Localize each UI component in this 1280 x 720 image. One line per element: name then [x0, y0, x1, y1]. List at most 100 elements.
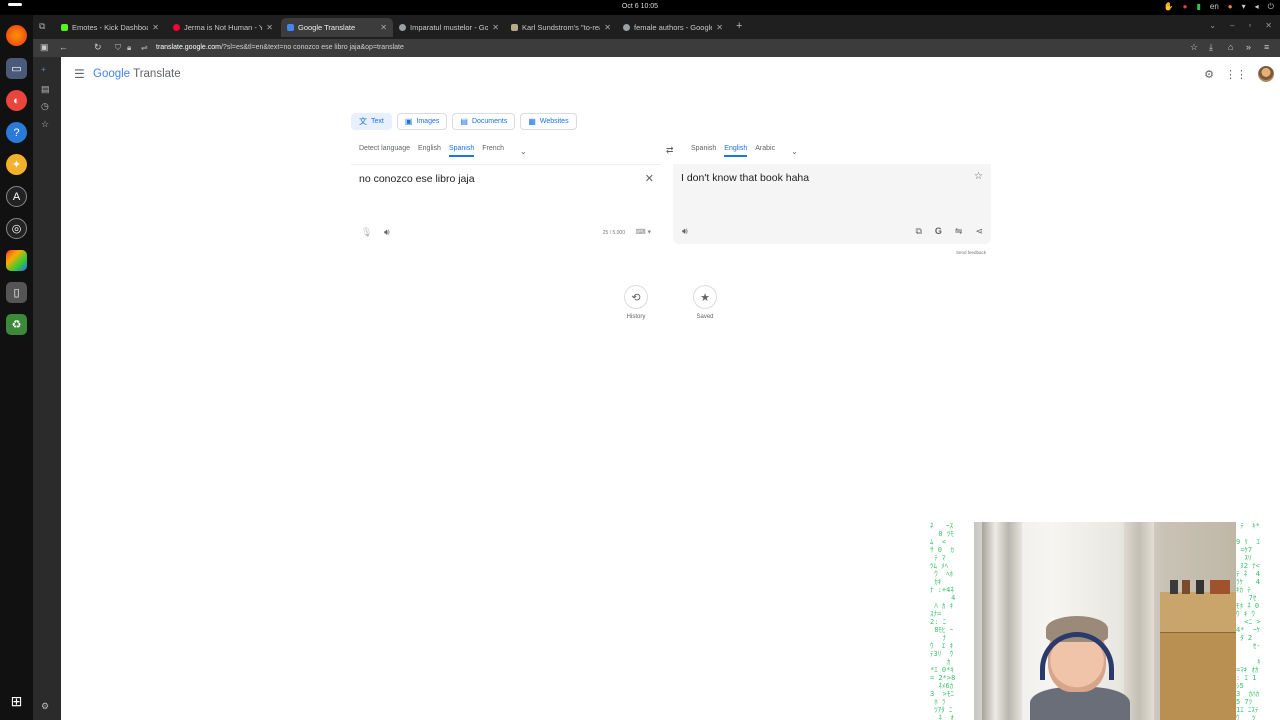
- site-settings-icon[interactable]: ⇌: [141, 41, 148, 55]
- app-store-icon[interactable]: A: [6, 186, 27, 207]
- listen-source-icon[interactable]: 🔊︎: [384, 227, 390, 238]
- target-lang-english[interactable]: English: [724, 145, 748, 157]
- downloads-icon[interactable]: ⤓: [1209, 42, 1213, 53]
- app-logo[interactable]: Google Translate: [93, 68, 181, 80]
- saved-link[interactable]: ★ Saved: [693, 285, 717, 320]
- clear-source-icon[interactable]: ✕: [645, 172, 654, 185]
- tab-strip: ⧉ Emotes - Kick Dashboard ✕ Jerma is Not…: [33, 15, 1280, 39]
- app-indicator-icon[interactable]: ●: [1183, 2, 1188, 12]
- sidebar-tabs-icon[interactable]: ▤: [41, 84, 50, 95]
- share-icon[interactable]: ⋖: [975, 226, 983, 237]
- save-translation-icon[interactable]: ☆: [974, 171, 983, 182]
- tab-0[interactable]: Emotes - Kick Dashboard ✕: [55, 18, 165, 37]
- main-menu-icon[interactable]: ☰: [74, 67, 85, 81]
- maximize-icon[interactable]: ▫: [1248, 21, 1251, 30]
- url-path: /?sl=es&tl=en&text=no conozco ese libro …: [220, 44, 404, 51]
- clock[interactable]: Oct 6 10:05: [0, 3, 1280, 10]
- files-icon[interactable]: ▭: [6, 58, 27, 79]
- lock-icon[interactable]: 🔒︎: [127, 41, 131, 55]
- tab-title: Google Translate: [298, 23, 356, 32]
- microphone-icon[interactable]: ●: [1228, 2, 1233, 12]
- translated-text: I don't know that book haha: [681, 172, 810, 184]
- network-icon[interactable]: ▾: [1242, 2, 1246, 12]
- sidebar-settings-icon[interactable]: ⚙: [41, 701, 49, 712]
- settings-icon[interactable]: ⚙: [1204, 68, 1214, 81]
- language-indicator[interactable]: en: [1210, 2, 1219, 12]
- website-icon: ▦: [528, 117, 536, 126]
- rate-translation-icon[interactable]: ⇋: [955, 226, 963, 237]
- screen: Oct 6 10:05 ✋ ● ▮ en ● ▾ ◂ ⏻ ▭ ◐ ? ✦ A ◎…: [0, 0, 1280, 720]
- source-language-bar: Detect language English Spanish French ⌄: [359, 145, 527, 157]
- tab-2[interactable]: Google Translate ✕: [281, 18, 393, 37]
- bookmark-star-icon[interactable]: ☆: [1190, 42, 1198, 53]
- history-icon: ⟲: [624, 285, 648, 309]
- tab-text[interactable]: 文 Text: [351, 113, 392, 130]
- target-lang-arabic[interactable]: Arabic: [755, 145, 775, 157]
- tab-list-icon[interactable]: ⧉: [39, 21, 45, 32]
- menu-icon[interactable]: ≡: [1264, 42, 1269, 52]
- power-icon[interactable]: ⏻: [1268, 2, 1274, 12]
- help-icon[interactable]: ?: [6, 122, 27, 143]
- battery-indicator-icon[interactable]: ▮: [1196, 2, 1200, 12]
- close-tab-icon[interactable]: ✕: [716, 23, 723, 32]
- trash-icon[interactable]: ♻: [6, 314, 27, 335]
- detect-language-tab[interactable]: Detect language: [359, 145, 410, 157]
- tab-images[interactable]: ▣ Images: [396, 113, 448, 130]
- target-language-dropdown-icon[interactable]: ⌄: [791, 147, 798, 156]
- apps-grid-icon[interactable]: ⋮⋮: [1225, 68, 1247, 81]
- image-app-icon[interactable]: [6, 250, 27, 271]
- sidebar-add-icon[interactable]: +: [41, 65, 46, 74]
- tab-3[interactable]: Imparatul mustelor - Goo ✕: [393, 18, 505, 37]
- address-bar[interactable]: ⛉ 🔒︎ ⇌ translate.google.com/?sl=es&tl=en…: [113, 41, 1173, 55]
- close-tab-icon[interactable]: ✕: [492, 23, 499, 32]
- source-language-dropdown-icon[interactable]: ⌄: [520, 147, 527, 156]
- source-lang-french[interactable]: French: [482, 145, 504, 157]
- drive-icon[interactable]: ▯: [6, 282, 27, 303]
- target-lang-spanish[interactable]: Spanish: [691, 145, 716, 157]
- source-lang-english[interactable]: English: [418, 145, 441, 157]
- microphone-icon[interactable]: 🎙︎: [361, 227, 372, 238]
- translation-mode-tabs: 文 Text ▣ Images ▤ Documents ▦ Websites: [351, 113, 577, 130]
- app-icon-yellow[interactable]: ✦: [6, 154, 27, 175]
- sidebar-bookmarks-icon[interactable]: ☆: [41, 119, 49, 130]
- sidebar-history-icon[interactable]: ◷: [41, 101, 49, 112]
- close-tab-icon[interactable]: ✕: [380, 23, 387, 32]
- source-lang-spanish[interactable]: Spanish: [448, 145, 475, 157]
- firefox-icon[interactable]: [6, 25, 27, 46]
- shield-icon[interactable]: ⛉: [115, 41, 121, 55]
- tab-websites[interactable]: ▦ Websites: [520, 113, 577, 130]
- tab-documents[interactable]: ▤ Documents: [452, 113, 516, 130]
- home-icon[interactable]: ⌂: [1228, 42, 1233, 52]
- extensions-icon[interactable]: »: [1246, 42, 1251, 52]
- new-tab-button[interactable]: +: [736, 20, 742, 32]
- google-icon[interactable]: G: [935, 226, 942, 237]
- close-tab-icon[interactable]: ✕: [604, 23, 611, 32]
- close-tab-icon[interactable]: ✕: [152, 23, 159, 32]
- star-icon: ★: [693, 285, 717, 309]
- reload-icon[interactable]: ↻: [94, 42, 102, 53]
- copy-icon[interactable]: ⧉: [915, 226, 921, 237]
- close-tab-icon[interactable]: ✕: [266, 23, 273, 32]
- tab-search-icon[interactable]: ⌄: [1209, 21, 1216, 30]
- system-tray[interactable]: ✋ ● ▮ en ● ▾ ◂ ⏻: [1164, 2, 1274, 12]
- obs-icon[interactable]: ◎: [6, 218, 27, 239]
- keyboard-icon[interactable]: ⌨ ▾: [635, 228, 651, 236]
- sidebar-toggle-icon[interactable]: ▣: [40, 42, 49, 53]
- tab-4[interactable]: Karl Sundstrom's "to-read" ✕: [505, 18, 617, 37]
- volume-icon[interactable]: ◂: [1255, 2, 1259, 12]
- minimize-icon[interactable]: –: [1230, 21, 1234, 30]
- hand-icon[interactable]: ✋: [1164, 2, 1174, 12]
- swap-languages-icon[interactable]: ⇄: [666, 145, 674, 156]
- send-feedback-link[interactable]: Send feedback: [956, 250, 986, 255]
- show-apps-icon[interactable]: ⊞: [7, 693, 26, 712]
- back-icon[interactable]: ←: [59, 42, 68, 52]
- listen-translation-icon[interactable]: 🔊︎: [682, 226, 688, 237]
- tab-1[interactable]: Jerma is Not Human - Yo ✕: [167, 18, 279, 37]
- youtube-favicon-icon: [173, 24, 180, 31]
- source-text-input[interactable]: no conozco ese libro jaja: [359, 173, 475, 185]
- tab-5[interactable]: female authors - Google ✕: [617, 18, 729, 37]
- avatar[interactable]: [1258, 66, 1274, 82]
- close-window-icon[interactable]: ✕: [1265, 21, 1272, 30]
- history-link[interactable]: ⟲ History: [624, 285, 648, 320]
- app-icon-red[interactable]: ◐: [6, 90, 27, 111]
